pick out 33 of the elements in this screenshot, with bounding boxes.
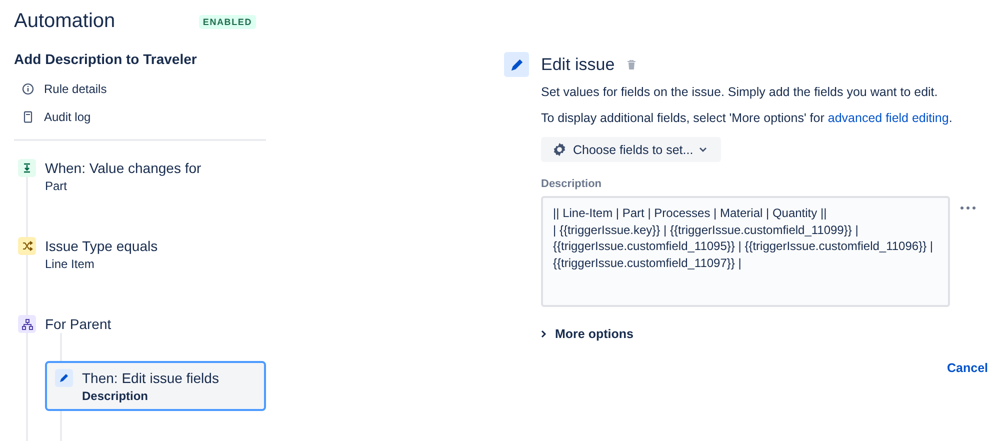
hint-text: To display additional fields, select 'More options' for advanced field editing.: [541, 110, 954, 127]
cancel-button[interactable]: Cancel: [947, 361, 988, 375]
chevron-down-icon: [699, 147, 708, 152]
step-title[interactable]: Issue Type equals: [45, 237, 266, 255]
pencil-icon: [55, 369, 73, 387]
more-icon[interactable]: [960, 206, 976, 210]
step-detail: Part: [45, 178, 68, 195]
more-options-toggle[interactable]: More options: [541, 327, 634, 341]
info-icon: [22, 83, 34, 95]
step-detail: Description: [82, 388, 150, 405]
step-title[interactable]: For Parent: [45, 315, 266, 333]
field-label: Description: [541, 178, 603, 190]
description-text: Set values for fields on the issue. Simply add the fields you want to edit.: [541, 84, 939, 101]
nav-link[interactable]: Audit log: [44, 110, 91, 124]
hierarchy-icon: [18, 315, 36, 333]
chevron-icon: [541, 330, 547, 338]
nav-link[interactable]: Rule details: [44, 82, 107, 96]
rule-name: Add Description to Traveler: [14, 51, 198, 67]
step-title: Then: Edit issue fields: [82, 369, 219, 387]
pencil-icon: [504, 52, 529, 77]
download-icon: [18, 159, 36, 177]
step-title[interactable]: When: Value changes for: [45, 159, 266, 177]
gear-icon: [552, 142, 567, 157]
status-badge: ENABLED: [198, 14, 256, 28]
advanced-editing-link[interactable]: advanced field editing: [828, 111, 949, 125]
step-detail: Line Item: [45, 256, 96, 273]
description-field[interactable]: || Line-Item | Part | Processes | Material | Quantity || | {{triggerIssue.key}} | {{triggerIssue.customfield_11099}} | {{triggerIssue.customfield_11095}} | {{triggerIssue.customfield_11096}} | {{triggerIssue.customfield_11097}} |: [541, 196, 950, 307]
action-card[interactable]: Then: Edit issue fields Description: [45, 361, 266, 411]
page-title: Automation: [14, 10, 116, 33]
shuffle-icon: [18, 237, 36, 255]
editor-title: Edit issue: [541, 54, 615, 74]
document-icon: [22, 111, 34, 123]
choose-fields-button[interactable]: Choose fields to set...: [541, 137, 722, 162]
